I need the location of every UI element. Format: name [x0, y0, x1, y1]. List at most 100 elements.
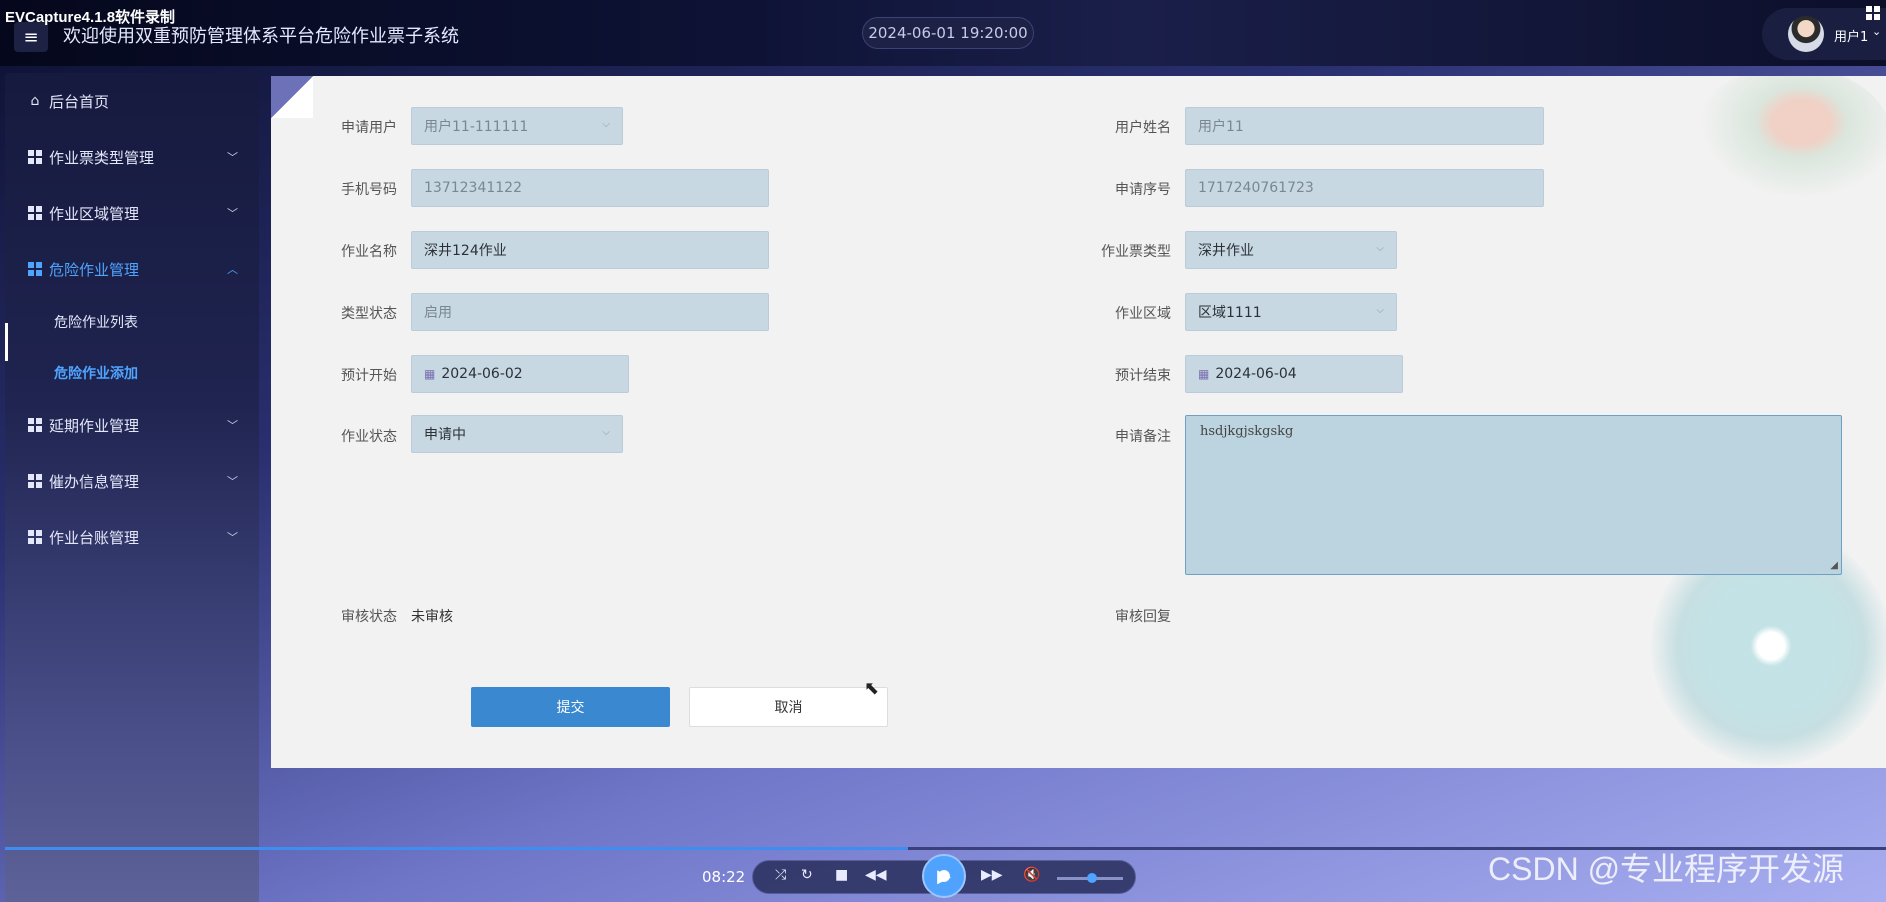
sidebar-item-label: 催办信息管理 — [49, 472, 140, 491]
csdn-watermark: CSDN @专业程序开发源 — [1488, 851, 1845, 887]
play-button[interactable]: ▶ — [922, 854, 966, 898]
sidebar-subitem-add[interactable]: 危险作业添加 — [5, 348, 259, 398]
job-name-label: 作业名称 — [341, 244, 397, 260]
sidebar-item-label: 作业区域管理 — [49, 204, 140, 223]
job-status-label: 作业状态 — [341, 429, 397, 445]
grid-icon — [27, 529, 43, 545]
apps-grid-icon[interactable] — [1866, 6, 1880, 20]
rewind-icon[interactable]: ◀◀ — [865, 867, 887, 883]
stop-icon[interactable]: ■ — [835, 867, 848, 883]
play-icon: ▶ — [937, 865, 951, 887]
chevron-down-icon: ⌵ — [1376, 243, 1384, 254]
sidebar-item-dangerous-work[interactable]: 危险作业管理 ︿ — [5, 241, 259, 297]
corner-fold-decoration — [271, 76, 313, 118]
shuffle-icon[interactable]: ⤮ — [775, 867, 786, 883]
applicant-value: 用户11-111111 — [424, 119, 529, 135]
sidebar-item-home[interactable]: ⌂ 后台首页 — [5, 73, 259, 129]
mouse-cursor-icon: ⬉ — [864, 678, 880, 699]
sidebar-item-urge[interactable]: 催办信息管理 ﹀ — [5, 453, 259, 509]
username-label: 用户姓名 — [1115, 120, 1171, 136]
chevron-down-icon: ﹀ — [227, 531, 238, 544]
grid-icon — [27, 261, 43, 277]
sidebar-item-label: 作业台账管理 — [49, 528, 140, 547]
mute-icon[interactable]: 🔇 — [1023, 867, 1040, 883]
cancel-button[interactable]: 取消 — [689, 687, 888, 727]
sidebar-item-ledger[interactable]: 作业台账管理 ﹀ — [5, 509, 259, 565]
sidebar-item-ticket-type[interactable]: 作业票类型管理 ﹀ — [5, 129, 259, 185]
ticket-type-value: 深井作业 — [1198, 243, 1254, 259]
sidebar-item-area[interactable]: 作业区域管理 ﹀ — [5, 185, 259, 241]
sidebar-subitem-label: 危险作业添加 — [54, 366, 138, 382]
chevron-down-icon: ⌵ — [602, 427, 610, 438]
job-status-value: 申请中 — [424, 427, 466, 443]
sidebar: ⌂ 后台首页 作业票类型管理 ﹀ 作业区域管理 ﹀ 危险作业管理 ︿ 危险作业列… — [5, 73, 259, 902]
chevron-down-icon: ⌵ — [1376, 305, 1384, 316]
area-label: 作业区域 — [1115, 306, 1171, 322]
form-panel: 申请用户 用户11-111111 ⌵ 用户姓名 用户11 手机号码 137123… — [271, 76, 1886, 768]
ticket-type-label: 作业票类型 — [1101, 244, 1171, 260]
review-reply-label: 审核回复 — [1115, 609, 1171, 625]
grid-icon — [27, 149, 43, 165]
area-value: 区域1111 — [1198, 305, 1262, 321]
repeat-icon[interactable]: ↻ — [801, 867, 813, 883]
calendar-icon: ▦ — [424, 367, 436, 381]
applicant-label: 申请用户 — [341, 120, 397, 136]
remark-label: 申请备注 — [1115, 429, 1171, 445]
remark-textarea[interactable]: hsdjkgjskgskg ◢ — [1185, 415, 1842, 575]
job-status-select[interactable]: 申请中 ⌵ — [411, 415, 623, 453]
flower-decoration-top — [1691, 76, 1886, 206]
volume-slider[interactable] — [1057, 873, 1123, 883]
home-icon: ⌂ — [30, 93, 40, 109]
review-status-value: 未审核 — [411, 609, 453, 625]
chevron-down-icon: ⌵ — [602, 119, 610, 130]
phone-field[interactable]: 13712341122 — [411, 169, 769, 207]
grid-icon — [27, 417, 43, 433]
sidebar-subitem-label: 危险作业列表 — [54, 315, 138, 331]
end-label: 预计结束 — [1115, 368, 1171, 384]
phone-label: 手机号码 — [341, 182, 397, 198]
grid-icon — [27, 473, 43, 489]
sidebar-item-label: 延期作业管理 — [49, 416, 140, 435]
start-date-value: 2024-06-02 — [441, 366, 523, 382]
volume-knob[interactable] — [1086, 873, 1097, 883]
sidebar-item-label: 后台首页 — [49, 92, 110, 111]
ticket-type-select[interactable]: 深井作业 ⌵ — [1185, 231, 1397, 269]
start-date-picker[interactable]: ▦ 2024-06-02 — [411, 355, 629, 393]
area-select[interactable]: 区域1111 ⌵ — [1185, 293, 1397, 331]
sidebar-item-label: 危险作业管理 — [49, 260, 140, 279]
type-status-label: 类型状态 — [341, 306, 397, 322]
chevron-down-icon[interactable]: ⌄ — [1872, 25, 1881, 38]
serial-field[interactable]: 1717240761723 — [1185, 169, 1544, 207]
chevron-up-icon: ︿ — [227, 263, 238, 276]
chevron-down-icon: ﹀ — [227, 419, 238, 432]
start-label: 预计开始 — [341, 368, 397, 384]
datetime-display: 2024-06-01 19:20:00 — [862, 17, 1034, 49]
user-name[interactable]: 用户1 — [1834, 26, 1868, 45]
chevron-down-icon: ﹀ — [227, 207, 238, 220]
fast-forward-icon[interactable]: ▶▶ — [981, 867, 1003, 883]
grid-icon — [27, 205, 43, 221]
sidebar-item-delay[interactable]: 延期作业管理 ﹀ — [5, 397, 259, 453]
username-field[interactable]: 用户11 — [1185, 107, 1544, 145]
sidebar-subitem-list[interactable]: 危险作业列表 — [5, 297, 259, 347]
avatar[interactable] — [1788, 16, 1824, 52]
hamburger-icon: ≡ — [23, 26, 39, 48]
serial-label: 申请序号 — [1115, 182, 1171, 198]
chevron-down-icon: ﹀ — [227, 151, 238, 164]
remark-value: hsdjkgjskgskg — [1200, 424, 1294, 439]
top-header: ≡ 欢迎使用双重预防管理体系平台危险作业票子系统 2024-06-01 19:2… — [0, 0, 1886, 66]
applicant-select[interactable]: 用户11-111111 ⌵ — [411, 107, 623, 145]
end-date-picker[interactable]: ▦ 2024-06-04 — [1185, 355, 1403, 393]
type-status-field[interactable]: 启用 — [411, 293, 769, 331]
chevron-down-icon: ﹀ — [227, 475, 238, 488]
resize-grip-icon[interactable]: ◢ — [1830, 560, 1838, 571]
job-name-field[interactable]: 深井124作业 — [411, 231, 769, 269]
sidebar-item-label: 作业票类型管理 — [49, 148, 155, 167]
calendar-icon: ▦ — [1198, 367, 1210, 381]
playback-time: 08:22 — [702, 868, 746, 886]
submit-button[interactable]: 提交 — [471, 687, 670, 727]
end-date-value: 2024-06-04 — [1215, 366, 1297, 382]
review-status-label: 审核状态 — [341, 609, 397, 625]
recorder-watermark: EVCapture4.1.8软件录制 — [5, 9, 176, 26]
video-progress-fill — [5, 847, 908, 850]
